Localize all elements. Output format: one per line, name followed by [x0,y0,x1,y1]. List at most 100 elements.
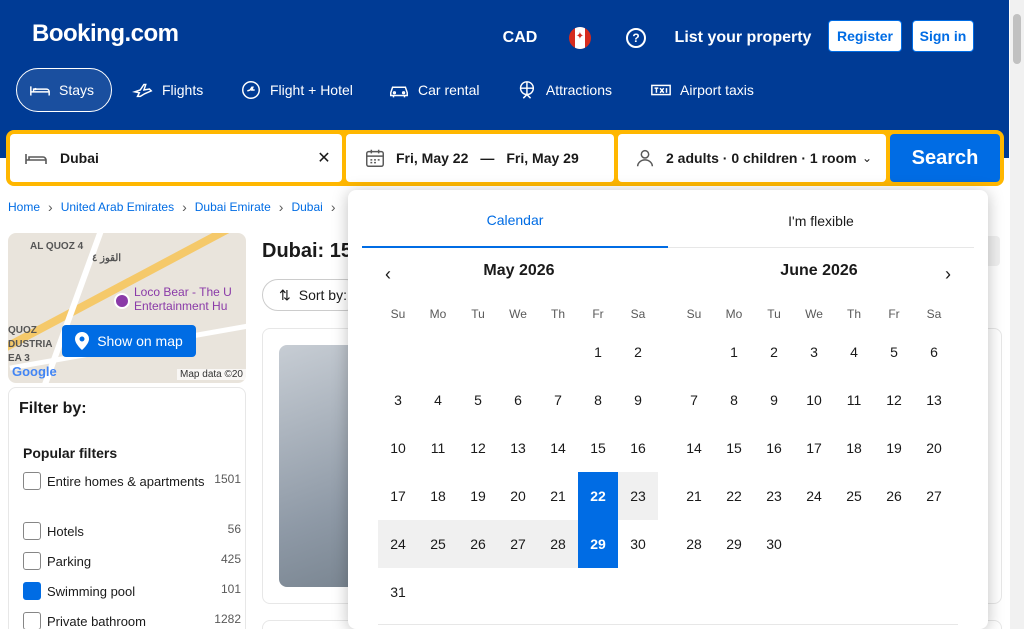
search-button[interactable]: Search [890,134,1000,182]
calendar-day[interactable]: 12 [458,424,498,472]
breadcrumb-country[interactable]: United Arab Emirates [61,200,174,214]
calendar-day[interactable]: 8 [578,376,618,424]
destination-field[interactable]: Dubai ✕ [10,134,342,182]
guests-field[interactable]: 2 adults · 0 children · 1 room ⌄ [618,134,886,182]
calendar-day[interactable]: 26 [458,520,498,568]
calendar-day[interactable]: 1 [714,328,754,376]
nav-car-rental[interactable]: Car rental [376,68,494,112]
help-button[interactable]: ? [620,18,652,58]
calendar-day[interactable]: 17 [378,472,418,520]
calendar-day[interactable]: 15 [714,424,754,472]
calendar-day[interactable]: 11 [418,424,458,472]
calendar-day[interactable]: 23 [754,472,794,520]
calendar-day[interactable]: 20 [498,472,538,520]
show-on-map-button[interactable]: Show on map [62,325,196,357]
nav-stays[interactable]: Stays [16,68,112,112]
nav-airport-taxis[interactable]: Airport taxis [638,68,770,112]
currency-button[interactable]: CAD [498,18,542,58]
list-property-link[interactable]: List your property [672,18,814,58]
calendar-day[interactable]: 25 [418,520,458,568]
calendar-day[interactable]: 11 [834,376,874,424]
nav-flights[interactable]: Flights [120,68,220,112]
breadcrumb-emirate[interactable]: Dubai Emirate [195,200,271,214]
calendar-day[interactable]: 16 [754,424,794,472]
breadcrumb-home[interactable]: Home [8,200,40,214]
calendar-day[interactable]: 6 [914,328,954,376]
calendar-day[interactable]: 13 [914,376,954,424]
calendar-day[interactable]: 3 [794,328,834,376]
calendar-day[interactable]: 4 [418,376,458,424]
calendar-day[interactable]: 5 [874,328,914,376]
calendar-day[interactable]: 3 [378,376,418,424]
calendar-day[interactable]: 12 [874,376,914,424]
destination-input[interactable]: Dubai [60,150,99,166]
nav-attractions[interactable]: Attractions [504,68,624,112]
calendar-day[interactable]: 19 [874,424,914,472]
booking-logo[interactable]: Booking.com [32,20,179,48]
checkbox[interactable] [23,522,41,540]
calendar-day[interactable]: 13 [498,424,538,472]
calendar-day[interactable]: 8 [714,376,754,424]
clear-icon[interactable]: ✕ [314,148,334,168]
calendar-day[interactable]: 9 [754,376,794,424]
filter-option[interactable]: Entire homes & apartments 1501 [23,472,241,492]
calendar-day[interactable]: 18 [418,472,458,520]
scrollbar[interactable] [1010,0,1024,629]
calendar-day[interactable]: 20 [914,424,954,472]
calendar-day[interactable]: 24 [794,472,834,520]
calendar-day[interactable]: 23 [618,472,658,520]
calendar-day[interactable]: 29 [578,520,618,568]
calendar-day[interactable]: 2 [754,328,794,376]
calendar-day[interactable]: 22 [714,472,754,520]
calendar-day[interactable]: 9 [618,376,658,424]
filter-option[interactable]: Swimming pool 101 [23,582,241,602]
checkbox[interactable] [23,472,41,490]
calendar-day[interactable]: 10 [378,424,418,472]
filter-option[interactable]: Hotels 56 [23,522,241,542]
calendar-day[interactable]: 29 [714,520,754,568]
calendar-day[interactable]: 6 [498,376,538,424]
calendar-day[interactable]: 28 [674,520,714,568]
calendar-day[interactable]: 21 [674,472,714,520]
calendar-day[interactable]: 14 [674,424,714,472]
tab-calendar[interactable]: Calendar [362,194,668,248]
filter-option[interactable]: Private bathroom 1282 [23,612,241,629]
calendar-day[interactable]: 17 [794,424,834,472]
filter-option[interactable]: Parking 425 [23,552,241,572]
scrollbar-thumb[interactable] [1013,14,1021,64]
calendar-day[interactable]: 30 [618,520,658,568]
calendar-day[interactable]: 10 [794,376,834,424]
calendar-day[interactable]: 7 [674,376,714,424]
calendar-day[interactable]: 2 [618,328,658,376]
calendar-day[interactable]: 22 [578,472,618,520]
calendar-day[interactable]: 31 [378,568,418,616]
calendar-day[interactable]: 1 [578,328,618,376]
signin-button[interactable]: Sign in [912,20,974,52]
calendar-day[interactable]: 19 [458,472,498,520]
checkbox[interactable] [23,552,41,570]
nav-flight-hotel[interactable]: Flight + Hotel [228,68,366,112]
calendar-day[interactable]: 15 [578,424,618,472]
calendar-day[interactable]: 5 [458,376,498,424]
checkbox-checked[interactable] [23,582,41,600]
calendar-day[interactable]: 14 [538,424,578,472]
calendar-day[interactable]: 7 [538,376,578,424]
calendar-day[interactable]: 26 [874,472,914,520]
language-button[interactable] [566,18,594,58]
calendar-day[interactable]: 24 [378,520,418,568]
tab-flexible[interactable]: I'm flexible [668,194,974,248]
map-preview[interactable]: AL QUOZ 4 القوز ٤ Loco Bear - The U Enter… [8,233,246,383]
calendar-day[interactable]: 30 [754,520,794,568]
calendar-day[interactable]: 27 [914,472,954,520]
register-button[interactable]: Register [828,20,902,52]
sort-button[interactable]: ⇅ Sort by: [262,279,362,311]
calendar-day[interactable]: 25 [834,472,874,520]
calendar-day[interactable]: 18 [834,424,874,472]
calendar-day[interactable]: 21 [538,472,578,520]
calendar-day[interactable]: 28 [538,520,578,568]
checkbox[interactable] [23,612,41,629]
dates-field[interactable]: Fri, May 22 — Fri, May 29 [346,134,614,182]
calendar-day[interactable]: 27 [498,520,538,568]
calendar-day[interactable]: 16 [618,424,658,472]
calendar-day[interactable]: 4 [834,328,874,376]
